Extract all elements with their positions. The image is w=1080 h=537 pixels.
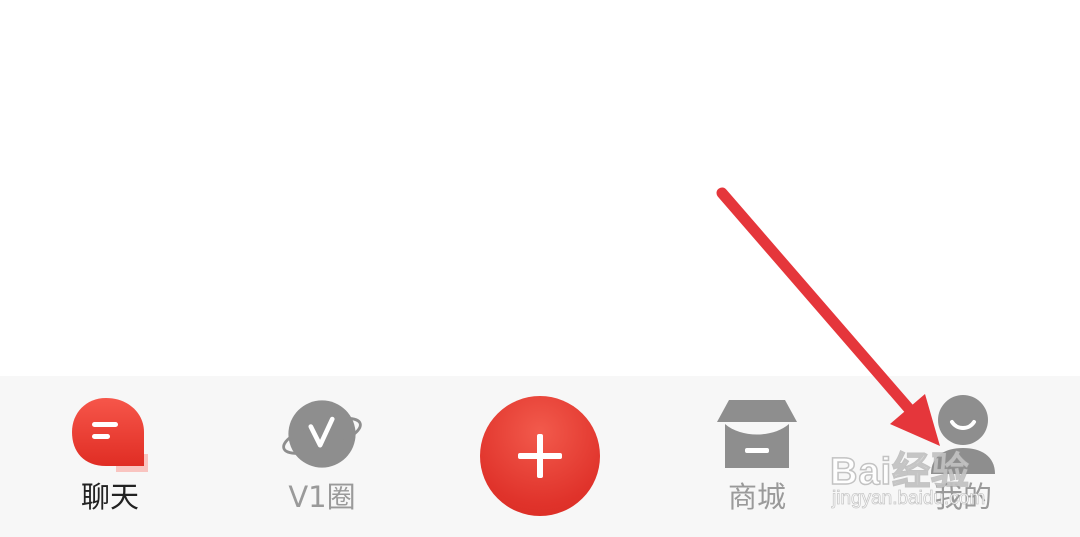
tab-store[interactable]: 商城 — [687, 394, 827, 524]
profile-icon — [921, 394, 1005, 474]
tab-label: V1圈 — [288, 480, 356, 514]
bottom-tab-bar: 聊天 V1圈 商城 我的 — [0, 376, 1080, 537]
tab-v1[interactable]: V1圈 — [252, 394, 392, 524]
tab-me[interactable]: 我的 — [893, 394, 1033, 524]
tab-label: 我的 — [933, 480, 992, 514]
app-screen: 聊天 V1圈 商城 我的 Bai经验 jingyan.baidu.com — [0, 0, 1080, 537]
tab-label: 聊天 — [80, 480, 139, 514]
tab-chat[interactable]: 聊天 — [40, 394, 180, 524]
content-area — [0, 0, 1080, 376]
chat-bubble-icon — [68, 394, 152, 474]
store-icon — [715, 394, 799, 474]
plus-icon — [518, 434, 562, 478]
add-button[interactable] — [480, 396, 600, 516]
tab-label: 商城 — [727, 480, 786, 514]
v1-orbit-icon — [280, 394, 364, 474]
